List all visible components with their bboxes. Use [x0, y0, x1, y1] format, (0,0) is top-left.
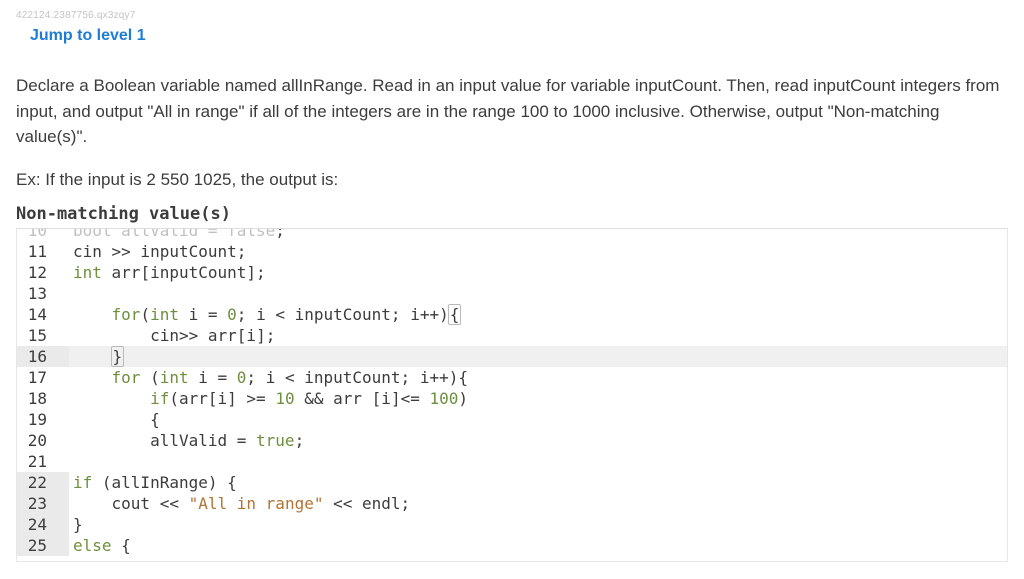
code-content[interactable]: else { [69, 535, 1007, 556]
line-number: 18 [17, 388, 69, 409]
line-number: 21 [17, 451, 69, 472]
code-line[interactable]: 14 for(int i = 0; i < inputCount; i++){ [17, 304, 1007, 325]
line-number: 10 [17, 229, 69, 232]
line-number: 17 [17, 367, 69, 388]
meta-id: 422124.2387756.qx3zqy7 [16, 10, 1008, 21]
problem-prompt: Declare a Boolean variable named allInRa… [16, 73, 1008, 150]
code-content[interactable]: if(arr[i] >= 10 && arr [i]<= 100) [69, 388, 1007, 409]
line-number: 16 [17, 346, 69, 367]
code-content[interactable]: } [69, 514, 1007, 535]
code-content[interactable]: cout << "All in range" << endl; [69, 493, 1007, 514]
code-editor[interactable]: 10bool allValid = false;11cin >> inputCo… [16, 228, 1008, 562]
code-line[interactable]: 21 [17, 451, 1007, 472]
code-content[interactable]: allValid = true; [69, 430, 1007, 451]
line-number: 20 [17, 430, 69, 451]
line-number: 24 [17, 514, 69, 535]
code-content[interactable]: bool allValid = false; [69, 229, 1007, 232]
code-line[interactable]: 25else { [17, 535, 1007, 556]
code-content[interactable]: { [69, 409, 1007, 430]
code-line[interactable]: 20 allValid = true; [17, 430, 1007, 451]
code-content[interactable]: int arr[inputCount]; [69, 262, 1007, 283]
line-number: 12 [17, 262, 69, 283]
code-line[interactable]: 18 if(arr[i] >= 10 && arr [i]<= 100) [17, 388, 1007, 409]
code-line[interactable]: 22if (allInRange) { [17, 472, 1007, 493]
code-content[interactable]: for(int i = 0; i < inputCount; i++){ [69, 304, 1007, 325]
line-number: 13 [17, 283, 69, 304]
code-content[interactable] [69, 451, 1007, 472]
code-content[interactable]: for (int i = 0; i < inputCount; i++){ [69, 367, 1007, 388]
line-number: 25 [17, 535, 69, 556]
code-content[interactable]: if (allInRange) { [69, 472, 1007, 493]
example-label: Ex: If the input is 2 550 1025, the outp… [16, 170, 1008, 190]
code-line[interactable]: 23 cout << "All in range" << endl; [17, 493, 1007, 514]
code-content[interactable]: } [69, 346, 1007, 367]
line-number: 15 [17, 325, 69, 346]
code-content[interactable]: cin >> inputCount; [69, 241, 1007, 262]
code-line[interactable]: 19 { [17, 409, 1007, 430]
line-number: 11 [17, 241, 69, 262]
line-number: 22 [17, 472, 69, 493]
code-content[interactable] [69, 283, 1007, 304]
code-content[interactable]: cin>> arr[i]; [69, 325, 1007, 346]
jump-to-level-link[interactable]: Jump to level 1 [30, 27, 146, 45]
code-line[interactable]: 15 cin>> arr[i]; [17, 325, 1007, 346]
code-line[interactable]: 24} [17, 514, 1007, 535]
code-line[interactable]: 17 for (int i = 0; i < inputCount; i++){ [17, 367, 1007, 388]
code-line[interactable]: 16 } [17, 346, 1007, 367]
line-number: 19 [17, 409, 69, 430]
line-number: 14 [17, 304, 69, 325]
example-output: Non-matching value(s) [16, 204, 1008, 224]
code-line[interactable]: 12int arr[inputCount]; [17, 262, 1007, 283]
code-line[interactable]: 11cin >> inputCount; [17, 241, 1007, 262]
code-line[interactable]: 10bool allValid = false; [17, 229, 1007, 241]
line-number: 23 [17, 493, 69, 514]
code-line[interactable]: 13 [17, 283, 1007, 304]
